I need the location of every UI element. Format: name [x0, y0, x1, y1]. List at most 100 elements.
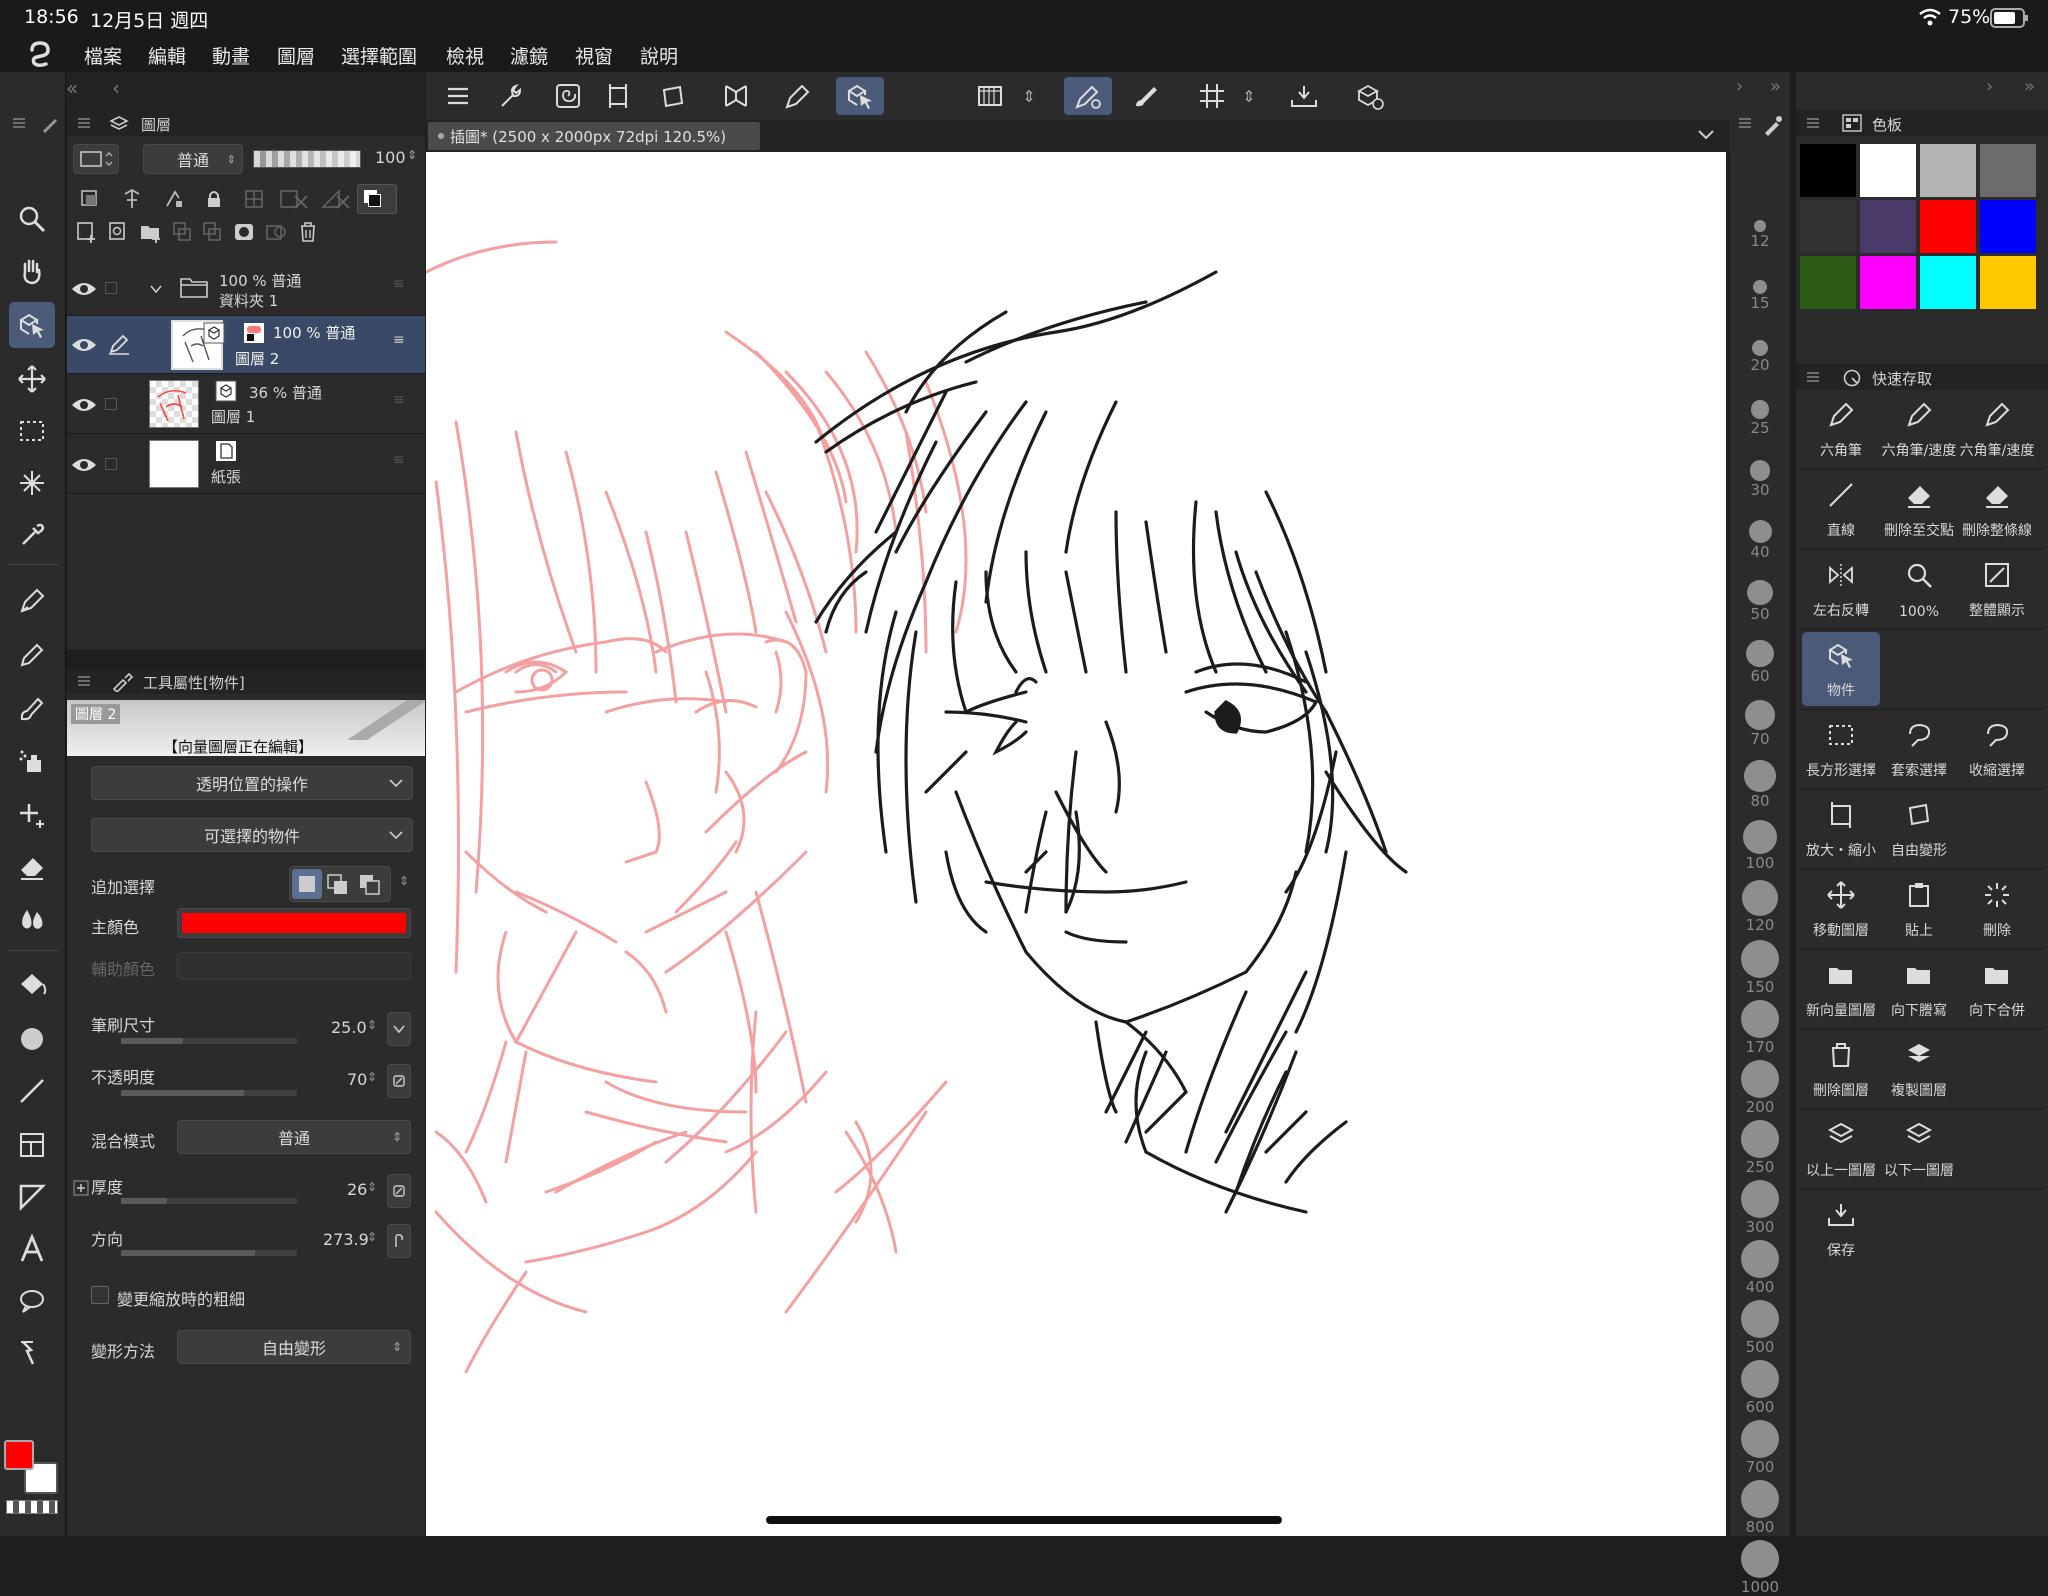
- vector-pen-button[interactable]: [776, 77, 816, 115]
- panel-menu-icon[interactable]: [1738, 116, 1752, 130]
- chevron-down-icon[interactable]: [149, 282, 163, 296]
- layer-color-selector[interactable]: [73, 144, 119, 174]
- quick-access-erase-whole-line[interactable]: 刪除整條線: [1958, 472, 2036, 546]
- mask-apply-icon[interactable]: [265, 220, 289, 244]
- color-swatch[interactable]: [1920, 200, 1976, 253]
- panel-menu-icon[interactable]: [77, 116, 91, 130]
- pen-tool[interactable]: [9, 578, 55, 624]
- brush-size-preset[interactable]: 700: [1738, 1420, 1782, 1476]
- object-select-button[interactable]: [836, 77, 884, 115]
- color-swatch[interactable]: [1980, 144, 2036, 197]
- ruler-tool[interactable]: [9, 1174, 55, 1220]
- crop-button[interactable]: [598, 77, 638, 115]
- menu-layer[interactable]: 圖層: [277, 42, 315, 69]
- layer-blend-select[interactable]: 普通 ⇕: [143, 144, 243, 174]
- brush-size-preset[interactable]: 30: [1738, 460, 1782, 499]
- brush-size-preset[interactable]: 400: [1738, 1240, 1782, 1296]
- brush-size-preset[interactable]: 25: [1738, 400, 1782, 437]
- clip-layer-icon[interactable]: [79, 188, 101, 210]
- document-tab[interactable]: 插圖* (2500 x 2000px 72dpi 120.5%): [428, 122, 760, 150]
- layer-row-layer1[interactable]: 36 % 普通 圖層 1 ≡: [67, 374, 425, 434]
- ruler-range-icon[interactable]: [321, 188, 351, 210]
- quick-access-straight-line[interactable]: 直線: [1802, 472, 1880, 546]
- menu-animation[interactable]: 動畫: [212, 42, 250, 69]
- quick-access-lasso-select[interactable]: 套索選擇: [1880, 712, 1958, 786]
- layer-row-folder[interactable]: 100 % 普通 資料夾 1 ≡: [67, 264, 425, 316]
- menu-help[interactable]: 說明: [640, 42, 678, 69]
- layer-select-checkbox[interactable]: [105, 282, 117, 294]
- layer-select-checkbox[interactable]: [105, 398, 117, 410]
- brush-size-preset[interactable]: 60: [1738, 640, 1782, 685]
- lasso-fill-button[interactable]: [548, 77, 588, 115]
- ruler-stepper[interactable]: ⇕: [1016, 77, 1042, 115]
- balloon-tool[interactable]: [9, 1278, 55, 1324]
- quick-access-save[interactable]: 保存: [1802, 1192, 1880, 1266]
- brush-size-preset[interactable]: 250: [1738, 1120, 1782, 1176]
- quick-access-transfer-down[interactable]: 向下謄寫: [1880, 952, 1958, 1026]
- opacity-stepper-icon[interactable]: ⇕: [407, 148, 417, 162]
- opacity-pressure-button[interactable]: [387, 1064, 411, 1098]
- quick-access-scale[interactable]: 放大・縮小: [1802, 792, 1880, 866]
- menu-view[interactable]: 檢視: [446, 42, 484, 69]
- quick-access-hexagon-pen-speed-2[interactable]: 六角筆/速度: [1958, 392, 2036, 466]
- stepper-icon[interactable]: ⇕: [367, 1018, 377, 1032]
- fill-tool[interactable]: [9, 962, 55, 1008]
- brush-size-pressure-button[interactable]: [387, 1012, 411, 1046]
- selection-add-icon[interactable]: [326, 873, 350, 897]
- thickness-pressure-button[interactable]: [387, 1174, 411, 1208]
- quick-access-new-vector-layer[interactable]: 新向量圖層: [1802, 952, 1880, 1026]
- frame-tool[interactable]: [9, 1122, 55, 1168]
- panel-menu-icon[interactable]: [1806, 116, 1820, 130]
- panel-menu-icon[interactable]: [77, 674, 91, 688]
- mask-enable-icon[interactable]: [279, 188, 309, 210]
- selection-subtract-icon[interactable]: [358, 873, 382, 897]
- export-button[interactable]: [1284, 77, 1324, 115]
- new-vector-layer-icon[interactable]: [107, 220, 129, 244]
- object-tool[interactable]: [9, 302, 55, 348]
- quick-access-select-layer-above[interactable]: 以上一圖層: [1802, 1112, 1880, 1186]
- expand-plus-icon[interactable]: [73, 1180, 89, 1196]
- brush-size-preset[interactable]: 12: [1738, 220, 1782, 250]
- thickness-slider[interactable]: [121, 1198, 297, 1204]
- visibility-eye-icon[interactable]: [71, 280, 97, 298]
- move-tool[interactable]: [9, 356, 55, 402]
- stepper-icon[interactable]: ⇕: [399, 874, 409, 888]
- brush-size-preset[interactable]: 120: [1738, 880, 1782, 934]
- drawing-canvas[interactable]: [426, 152, 1726, 1536]
- new-folder-icon[interactable]: [139, 220, 163, 244]
- brush-size-preset[interactable]: 170: [1738, 1000, 1782, 1056]
- menu-filter[interactable]: 濾鏡: [510, 42, 548, 69]
- brush-tool[interactable]: [9, 686, 55, 732]
- layer-color-toggle[interactable]: [357, 184, 397, 214]
- quick-access-free-transform[interactable]: 自由變形: [1880, 792, 1958, 866]
- menu-file[interactable]: 檔案: [84, 42, 122, 69]
- text-tool[interactable]: [9, 1226, 55, 1272]
- main-color-swatch[interactable]: [4, 1440, 34, 1470]
- color-swatch[interactable]: [1860, 256, 1916, 309]
- gradient-tool[interactable]: [9, 1016, 55, 1062]
- merge-down-icon[interactable]: [201, 220, 223, 244]
- transparent-color-swatch[interactable]: [6, 1500, 58, 1514]
- color-swatch[interactable]: [1980, 256, 2036, 309]
- chevron-right-icon[interactable]: ›: [1736, 76, 1743, 97]
- direction-slider[interactable]: [121, 1250, 297, 1256]
- quick-access-rect-select[interactable]: 長方形選擇: [1802, 712, 1880, 786]
- draft-layer-icon[interactable]: [163, 188, 185, 210]
- mesh-transform-button[interactable]: [716, 77, 756, 115]
- blend-tool[interactable]: [9, 896, 55, 942]
- expand-right-icon[interactable]: »: [1770, 76, 1781, 97]
- selection-new-button[interactable]: [292, 869, 322, 899]
- quick-access-select-layer-below[interactable]: 以下一圖層: [1880, 1112, 1958, 1186]
- brush-size-preset[interactable]: 800: [1738, 1480, 1782, 1536]
- brush-size-preset[interactable]: 20: [1738, 340, 1782, 374]
- snap-ruler-button[interactable]: [1064, 77, 1112, 115]
- opacity-slider[interactable]: [121, 1090, 297, 1096]
- pencil-tool[interactable]: [9, 632, 55, 678]
- layer-row-paper[interactable]: 紙張 ≡: [67, 434, 425, 494]
- collapse-panel-icon[interactable]: «: [66, 76, 78, 100]
- lock-icon[interactable]: [203, 188, 225, 210]
- quick-access-paste[interactable]: 貼上: [1880, 872, 1958, 946]
- visibility-eye-icon[interactable]: [71, 336, 97, 354]
- expand-right-icon[interactable]: »: [2024, 76, 2035, 97]
- drag-handle-icon[interactable]: ≡: [393, 452, 405, 468]
